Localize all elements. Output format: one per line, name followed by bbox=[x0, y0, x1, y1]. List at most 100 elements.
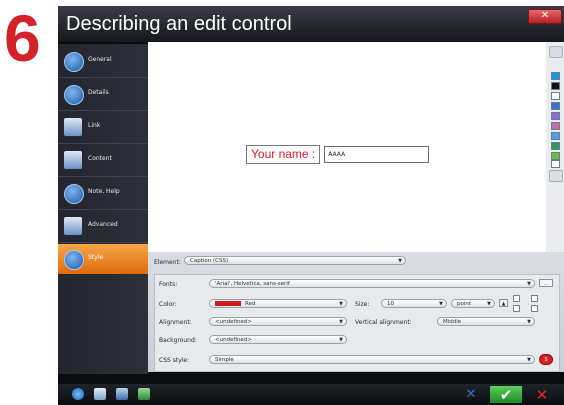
size-label: Size: bbox=[355, 301, 370, 308]
sidebar-item-link[interactable]: Link bbox=[58, 112, 148, 142]
alignment-value: <undefined> bbox=[215, 319, 252, 325]
underline-checkbox[interactable] bbox=[531, 295, 538, 302]
chevron-down-icon: ▼ bbox=[339, 301, 343, 307]
sidebar-item-advanced[interactable]: Advanced bbox=[58, 211, 148, 241]
background-value: <undefined> bbox=[215, 337, 252, 343]
sidebar-item-details[interactable]: Details bbox=[58, 79, 148, 109]
dialog-window: Describing an edit control ✕ General Det… bbox=[58, 6, 564, 405]
chevron-down-icon: ▼ bbox=[487, 301, 491, 307]
color-label: Color: bbox=[159, 301, 177, 308]
details-icon bbox=[64, 85, 84, 105]
alignment-select[interactable]: <undefined> ▼ bbox=[209, 317, 347, 326]
preview-input[interactable]: AAAA bbox=[324, 146, 430, 163]
vertical-alignment-value: Middle bbox=[443, 319, 462, 325]
step-number: 6 bbox=[4, 1, 41, 75]
color-value: Red bbox=[245, 301, 256, 307]
sidebar-item-label: Link bbox=[88, 122, 101, 129]
element-label: Element: bbox=[154, 259, 181, 266]
color-preview bbox=[215, 301, 241, 306]
cancel-button[interactable]: ✕ bbox=[456, 386, 486, 403]
close-dialog-button[interactable]: ✕ bbox=[526, 386, 558, 404]
window-icon[interactable] bbox=[116, 388, 128, 400]
color-swatch[interactable] bbox=[551, 102, 560, 110]
sidebar-item-label: Advanced bbox=[88, 221, 118, 228]
link-icon bbox=[64, 118, 82, 136]
sidebar-item-label: Details bbox=[88, 89, 109, 96]
fonts-value: 'Arial', Helvetica, sans-serif bbox=[215, 281, 290, 287]
alignment-label: Alignment: bbox=[159, 319, 192, 326]
size-value: 10 bbox=[387, 301, 394, 307]
strike-checkbox[interactable] bbox=[531, 305, 538, 312]
chevron-down-icon: ▼ bbox=[527, 357, 531, 363]
document-icon[interactable] bbox=[94, 388, 106, 400]
palette-more-button[interactable] bbox=[549, 170, 563, 182]
title-bar: Describing an edit control ✕ bbox=[58, 6, 564, 42]
advanced-icon bbox=[64, 217, 82, 235]
color-swatch[interactable] bbox=[551, 72, 560, 80]
fonts-select[interactable]: 'Arial', Helvetica, sans-serif ▼ bbox=[209, 279, 535, 288]
vertical-alignment-select[interactable]: Middle ▼ bbox=[437, 317, 535, 326]
element-select[interactable]: Caption (CSS) ▼ bbox=[184, 256, 406, 265]
color-swatch[interactable] bbox=[551, 160, 560, 168]
divider bbox=[58, 242, 148, 243]
fonts-label: Fonts: bbox=[159, 281, 178, 288]
divider bbox=[58, 110, 148, 111]
window-title: Describing an edit control bbox=[66, 13, 292, 35]
background-label: Background: bbox=[159, 337, 197, 344]
content-icon bbox=[64, 151, 82, 169]
element-value: Caption (CSS) bbox=[190, 258, 229, 264]
color-swatch[interactable] bbox=[551, 112, 560, 120]
size-spin-button[interactable]: ▲ bbox=[499, 299, 508, 307]
fonts-edit-button[interactable]: … bbox=[539, 279, 553, 287]
divider bbox=[58, 143, 148, 144]
sidebar-item-label: Style bbox=[88, 254, 104, 261]
sidebar: General Details Link Content Note, Help … bbox=[58, 44, 148, 374]
palette-toggle-button[interactable] bbox=[549, 46, 563, 58]
unit-value: point bbox=[457, 301, 472, 307]
color-swatch[interactable] bbox=[551, 92, 560, 100]
sidebar-item-label: General bbox=[88, 56, 112, 63]
chevron-down-icon: ▼ bbox=[439, 301, 443, 307]
sidebar-item-style[interactable]: Style bbox=[58, 244, 148, 274]
chevron-down-icon: ▼ bbox=[527, 281, 531, 287]
color-swatch[interactable] bbox=[551, 82, 560, 90]
note-help-icon bbox=[64, 184, 84, 204]
background-select[interactable]: <undefined> ▼ bbox=[209, 335, 347, 344]
style-icon bbox=[64, 250, 84, 270]
general-icon bbox=[64, 52, 84, 72]
css-style-label: CSS style: bbox=[159, 357, 190, 364]
italic-checkbox[interactable] bbox=[513, 305, 520, 312]
css-style-select[interactable]: Simple ▼ bbox=[209, 355, 535, 364]
sidebar-item-general[interactable]: General bbox=[58, 46, 148, 76]
style-fields: Fonts: 'Arial', Helvetica, sans-serif ▼ …… bbox=[154, 274, 560, 372]
bold-checkbox[interactable] bbox=[513, 295, 520, 302]
color-select[interactable]: Red ▼ bbox=[209, 299, 347, 308]
chevron-down-icon: ▼ bbox=[527, 319, 531, 325]
divider bbox=[58, 176, 148, 177]
chevron-down-icon: ▼ bbox=[339, 319, 343, 325]
color-palette bbox=[546, 42, 564, 252]
vertical-alignment-label: Vertical alignment: bbox=[355, 319, 412, 326]
preview-caption: Your name : bbox=[246, 145, 321, 164]
css-style-value: Simple bbox=[215, 357, 234, 363]
close-button[interactable]: ✕ bbox=[528, 9, 562, 24]
preview-area: Your name : AAAA bbox=[148, 42, 546, 252]
sidebar-item-label: Note, Help bbox=[88, 188, 120, 195]
help-icon[interactable] bbox=[72, 388, 84, 400]
sidebar-item-note-help[interactable]: Note, Help bbox=[58, 178, 148, 208]
sidebar-item-content[interactable]: Content bbox=[58, 145, 148, 175]
css-style-clear-button[interactable]: S bbox=[539, 354, 553, 365]
color-swatch[interactable] bbox=[551, 142, 560, 150]
divider bbox=[58, 77, 148, 78]
unit-select[interactable]: point ▼ bbox=[451, 299, 495, 308]
edit-control-preview: Your name : AAAA bbox=[246, 145, 430, 164]
table-icon[interactable] bbox=[138, 388, 150, 400]
style-properties-panel: Element: Caption (CSS) ▼ Fonts: 'Arial', … bbox=[148, 252, 564, 372]
sidebar-item-label: Content bbox=[88, 155, 112, 162]
size-select[interactable]: 10 ▼ bbox=[381, 299, 447, 308]
ok-button[interactable]: ✔ bbox=[490, 386, 522, 404]
color-swatch[interactable] bbox=[551, 122, 560, 130]
color-swatch[interactable] bbox=[551, 152, 560, 160]
divider bbox=[58, 209, 148, 210]
color-swatch[interactable] bbox=[551, 132, 560, 140]
